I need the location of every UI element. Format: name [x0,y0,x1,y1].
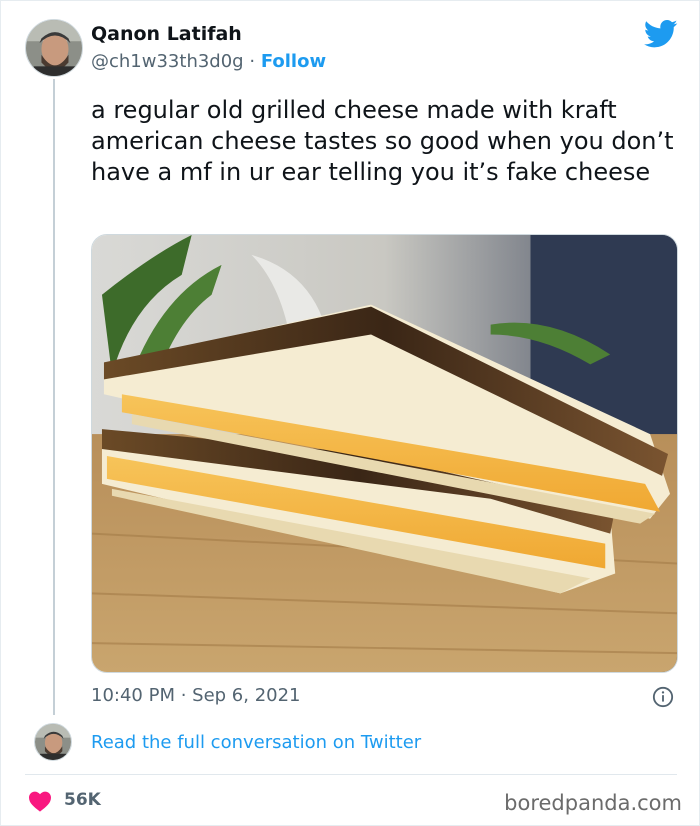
author-handle-row: @ch1w33th3d0g · Follow [91,51,326,72]
boredpanda-watermark: boredpanda.com [504,791,682,815]
author-avatar[interactable] [25,19,83,77]
author-name[interactable]: Qanon Latifah [91,23,242,45]
tweet-photo[interactable] [91,234,678,673]
tweet-card: Qanon Latifah @ch1w33th3d0g · Follow a r… [0,0,700,826]
grilled-cheese-image [92,235,677,672]
heart-icon[interactable] [28,790,52,812]
read-conversation-link[interactable]: Read the full conversation on Twitter [91,732,421,753]
tweet-text: a regular old grilled cheese made with k… [91,96,674,186]
like-count: 56K [64,790,101,810]
reader-avatar[interactable] [34,723,72,761]
twitter-bird-icon[interactable] [644,19,678,49]
handle-separator: · [249,51,256,72]
author-handle[interactable]: @ch1w33th3d0g [91,51,244,72]
tweet-timestamp[interactable]: 10:40 PM · Sep 6, 2021 [91,685,301,706]
thread-line [53,79,55,715]
follow-button[interactable]: Follow [261,51,326,72]
footer-divider [25,774,677,775]
info-icon[interactable] [652,686,674,708]
